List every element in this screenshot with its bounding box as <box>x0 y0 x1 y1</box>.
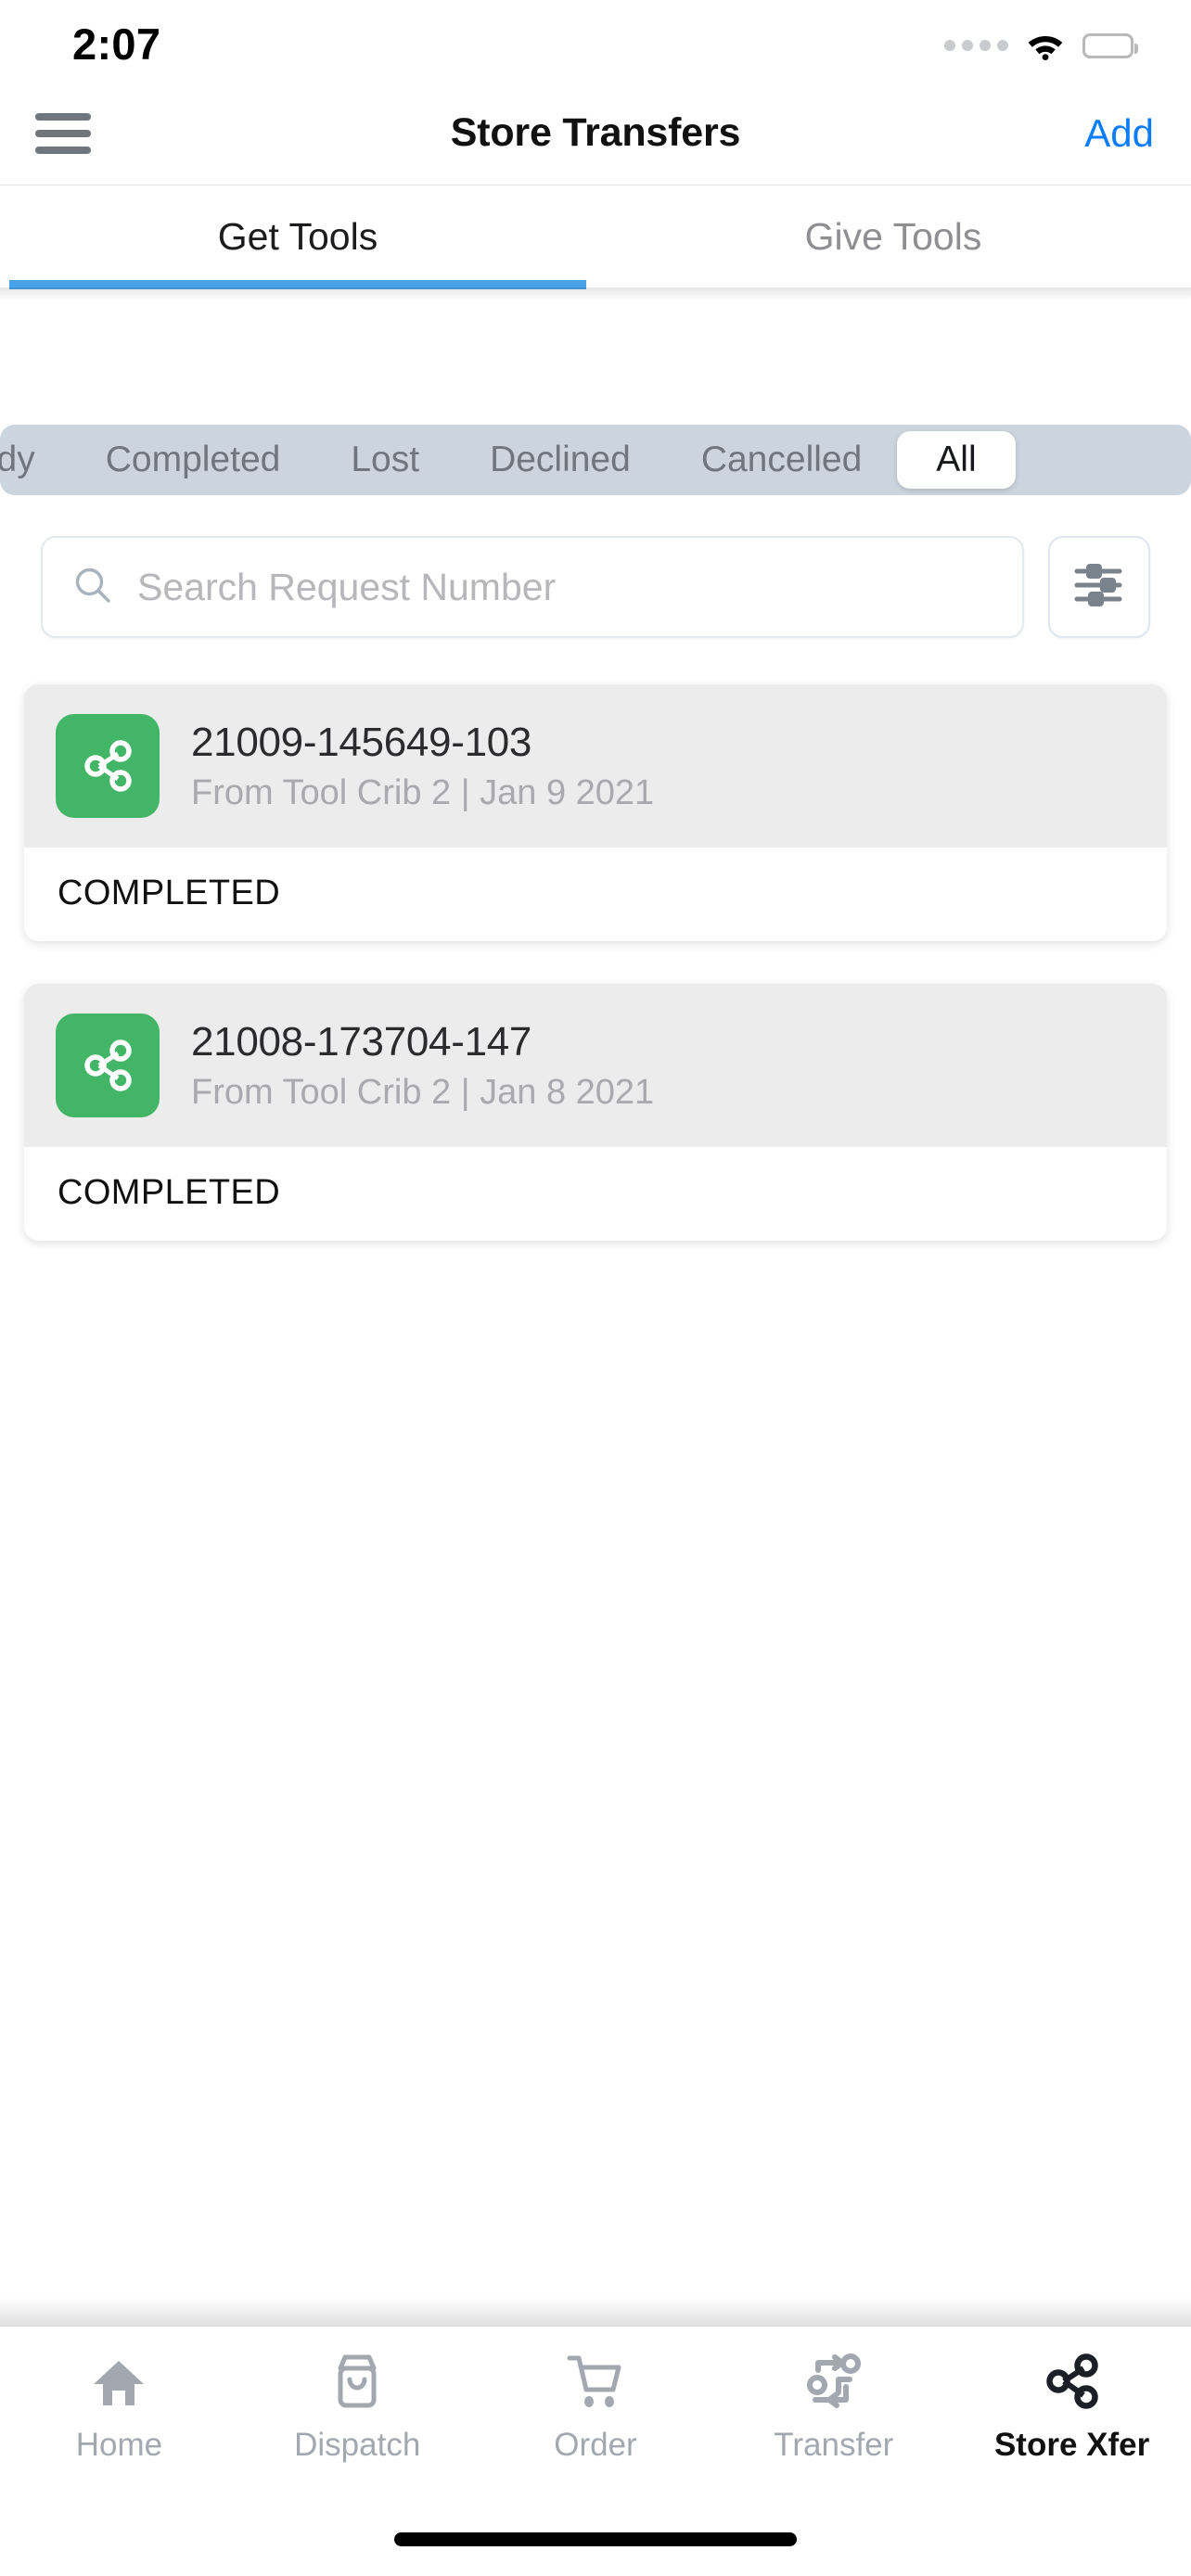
page-title: Store Transfers <box>450 110 741 155</box>
segment-lost[interactable]: Lost <box>315 431 455 489</box>
search-row: Search Request Number <box>41 536 1150 638</box>
bottom-tab-store-xfer-label: Store Xfer <box>993 2427 1150 2463</box>
share-nodes-icon <box>56 714 160 818</box>
status-bar-time: 2:07 <box>72 19 161 69</box>
add-button[interactable]: Add <box>1084 111 1154 156</box>
wifi-icon <box>1025 31 1066 60</box>
list-item-body: 21008-173704-147 From Tool Crib 2 | Jan … <box>24 984 1167 1147</box>
request-meta: From Tool Crib 2 | Jan 9 2021 <box>191 772 655 812</box>
top-tab-bar: Get Tools Give Tools <box>0 185 1191 289</box>
home-icon <box>90 2347 147 2416</box>
tab-get-tools[interactable]: Get Tools <box>0 185 596 289</box>
bottom-tab-order[interactable]: Order <box>477 2327 715 2494</box>
request-meta: From Tool Crib 2 | Jan 8 2021 <box>191 1072 655 1112</box>
segment-declined[interactable]: Declined <box>455 431 666 489</box>
bottom-tab-store-xfer[interactable]: Store Xfer <box>953 2327 1191 2494</box>
bottom-tab-home[interactable]: Home <box>0 2327 238 2494</box>
list-item-text: 21009-145649-103 From Tool Crib 2 | Jan … <box>191 720 654 813</box>
bottom-tab-dispatch-label: Dispatch <box>294 2427 421 2463</box>
segment-completed[interactable]: Completed <box>70 431 316 489</box>
list-item[interactable]: 21008-173704-147 From Tool Crib 2 | Jan … <box>24 984 1167 1241</box>
bottom-tab-home-label: Home <box>75 2427 163 2463</box>
segment-ready[interactable]: Ready <box>0 431 70 489</box>
tab-give-tools-label: Give Tools <box>804 214 982 258</box>
navigation-bar: Store Transfers Add <box>0 82 1191 185</box>
status-badge: COMPLETED <box>24 1147 1167 1241</box>
tab-get-tools-label: Get Tools <box>217 214 378 258</box>
bottom-tab-transfer[interactable]: Transfer <box>714 2327 953 2494</box>
top-tab-shadow <box>0 287 1191 300</box>
bottom-tab-transfer-label: Transfer <box>774 2427 894 2463</box>
bottom-tab-dispatch[interactable]: Dispatch <box>238 2327 477 2494</box>
bottom-tab-order-label: Order <box>554 2427 637 2463</box>
status-filter-scroll[interactable]: Ready Completed Lost Declined Cancelled … <box>0 425 1191 495</box>
hamburger-menu-icon[interactable] <box>35 112 91 154</box>
request-number: 21008-173704-147 <box>191 1018 532 1065</box>
status-bar-indicators <box>944 21 1138 60</box>
tab-bar-shadow <box>0 2298 1191 2326</box>
list-item-text: 21008-173704-147 From Tool Crib 2 | Jan … <box>191 1019 654 1113</box>
request-number: 21009-145649-103 <box>191 719 532 765</box>
tab-give-tools[interactable]: Give Tools <box>596 185 1191 287</box>
search-input-placeholder: Search Request Number <box>137 565 557 608</box>
battery-full-icon <box>1082 32 1138 58</box>
transfer-nodes-icon <box>803 2347 864 2416</box>
segment-all[interactable]: All <box>897 431 1016 489</box>
share-nodes-icon <box>1042 2347 1103 2416</box>
status-filter-segmented-control[interactable]: Ready Completed Lost Declined Cancelled … <box>0 425 1191 495</box>
transfer-request-list: 21009-145649-103 From Tool Crib 2 | Jan … <box>0 684 1191 1283</box>
app-screen: 2:07 Store Transfers Add Get Tools Give … <box>0 0 1191 2576</box>
list-item-body: 21009-145649-103 From Tool Crib 2 | Jan … <box>24 684 1167 848</box>
home-indicator <box>394 2532 797 2546</box>
share-nodes-icon <box>56 1014 160 1117</box>
filter-button[interactable] <box>1048 536 1150 638</box>
sliders-filter-icon <box>1071 559 1127 616</box>
status-bar: 2:07 <box>0 0 1191 82</box>
segment-cancelled[interactable]: Cancelled <box>666 431 897 489</box>
shopping-cart-icon <box>565 2347 626 2416</box>
bottom-tab-bar: Home Dispatch Order Transfer Store Xfer <box>0 2326 1191 2494</box>
list-item[interactable]: 21009-145649-103 From Tool Crib 2 | Jan … <box>24 684 1167 941</box>
search-icon <box>70 563 115 612</box>
shopping-bag-icon <box>328 2347 386 2416</box>
search-input[interactable]: Search Request Number <box>41 536 1024 638</box>
signal-dots-icon <box>944 40 1008 51</box>
status-badge: COMPLETED <box>24 848 1167 941</box>
